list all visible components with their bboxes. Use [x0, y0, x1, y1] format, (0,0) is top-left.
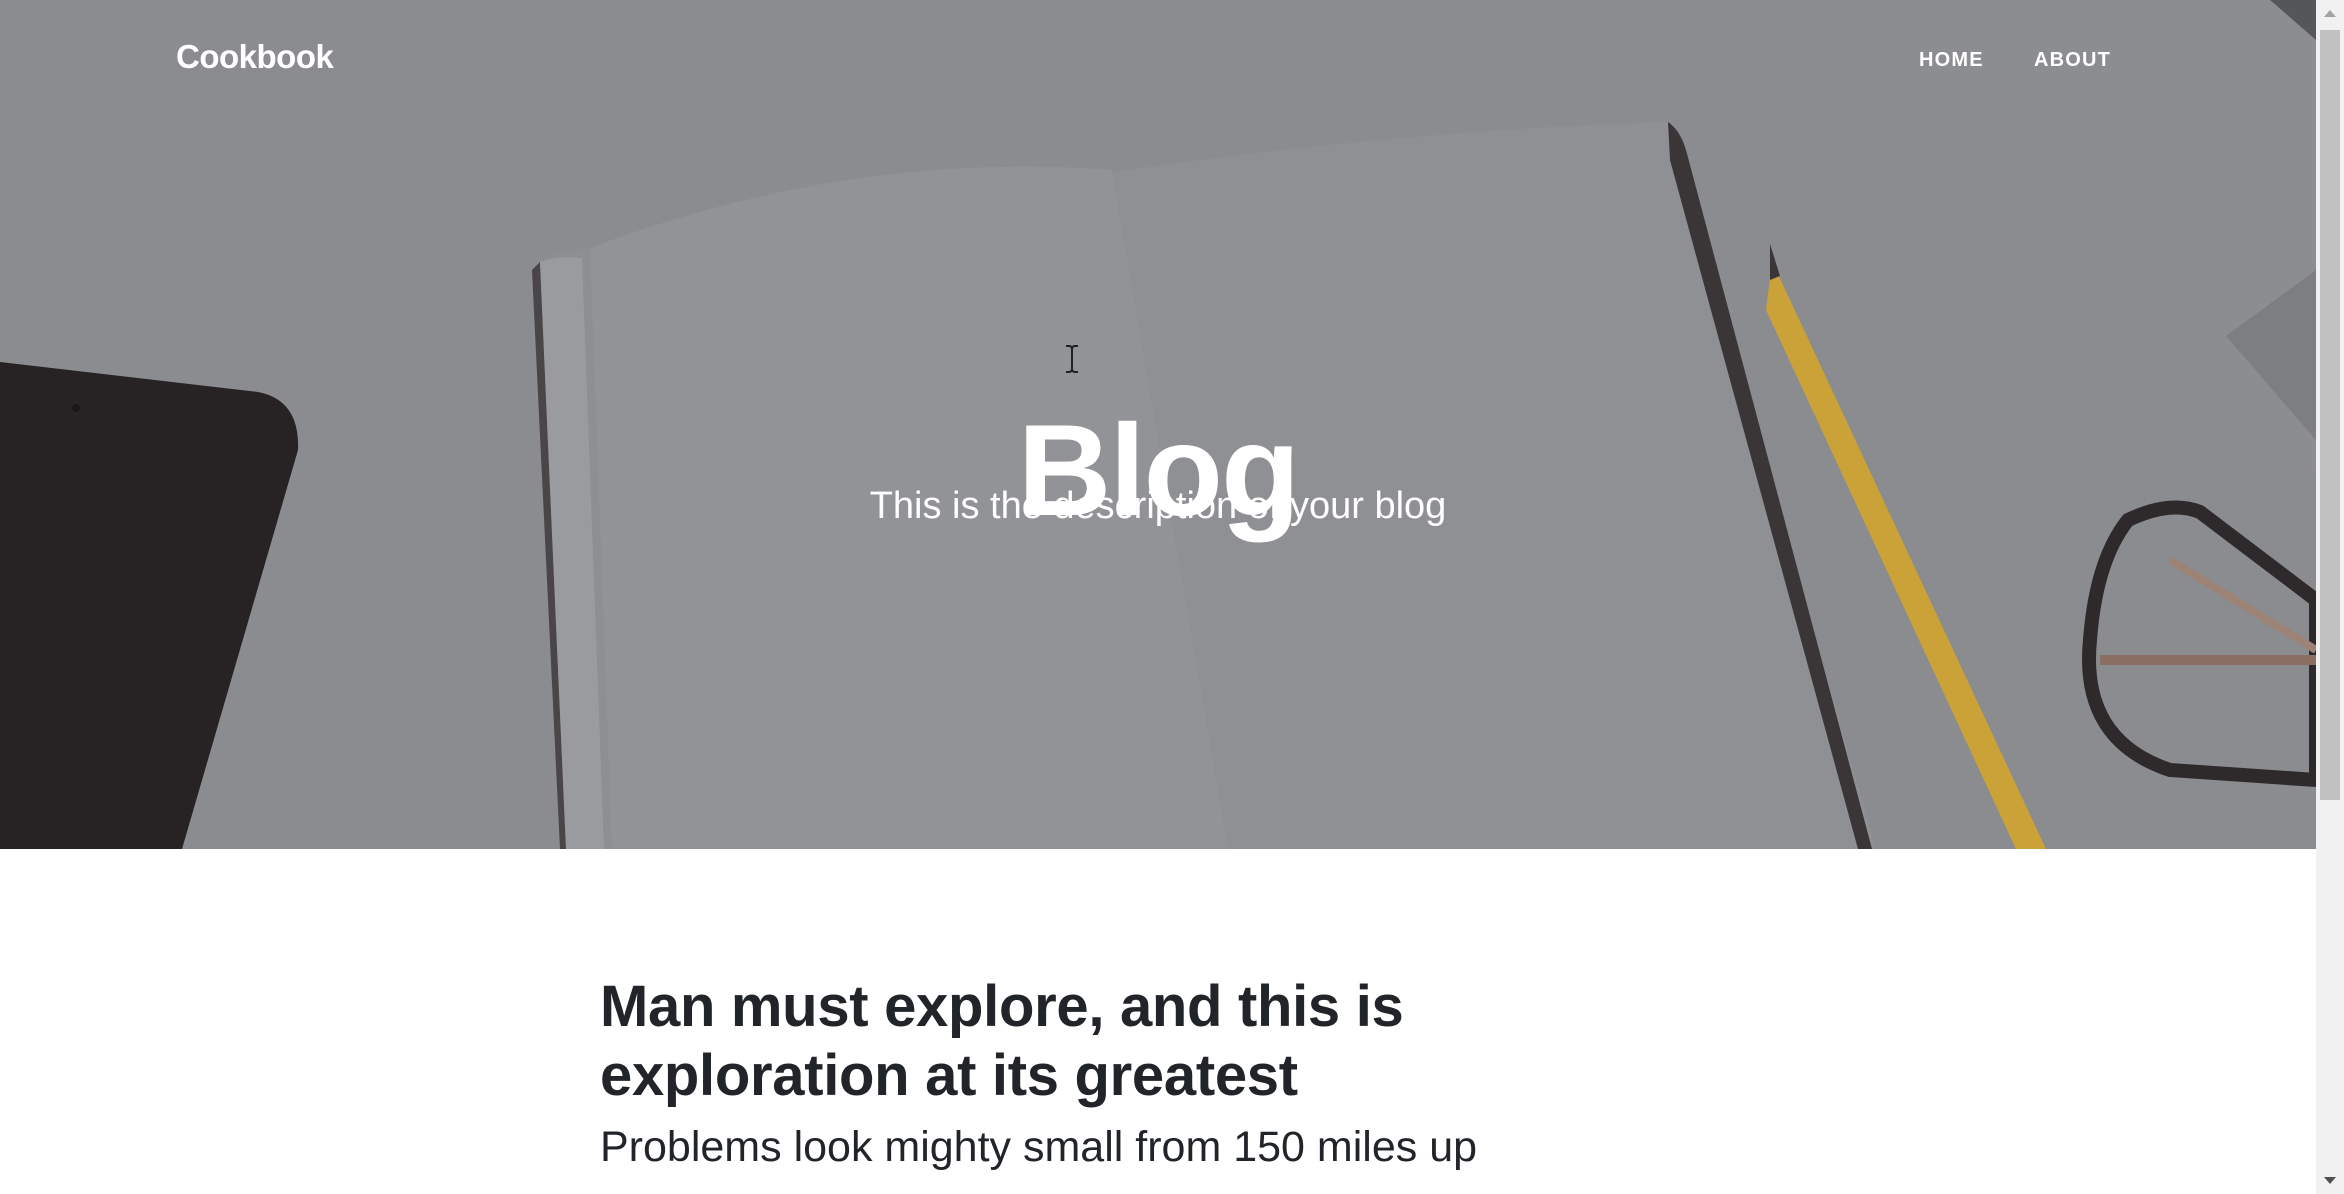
browser-viewport: Cookbook HOME ABOUT Blog This is the des… [0, 0, 2344, 1194]
scrollbar-thumb[interactable] [2320, 30, 2340, 800]
scroll-down-arrow-icon[interactable] [2316, 1166, 2344, 1194]
post-preview[interactable]: Man must explore, and this is exploratio… [600, 972, 1720, 1174]
page-content: Cookbook HOME ABOUT Blog This is the des… [0, 0, 2316, 1194]
scroll-up-arrow-icon[interactable] [2316, 0, 2344, 28]
main-navbar: Cookbook HOME ABOUT [0, 0, 2316, 124]
post-subtitle[interactable]: Problems look mighty small from 150 mile… [600, 1122, 1720, 1174]
brand-logo-link[interactable]: Cookbook [176, 38, 334, 76]
nav-link-home[interactable]: HOME [1919, 49, 1984, 72]
text-cursor-icon [1066, 345, 1078, 373]
post-title[interactable]: Man must explore, and this is exploratio… [600, 972, 1720, 1110]
hero-header: Cookbook HOME ABOUT Blog This is the des… [0, 0, 2316, 849]
hero-subtitle: This is the description of your blog [869, 485, 1447, 527]
vertical-scrollbar[interactable] [2316, 0, 2344, 1194]
nav-link-about[interactable]: ABOUT [2034, 49, 2111, 72]
